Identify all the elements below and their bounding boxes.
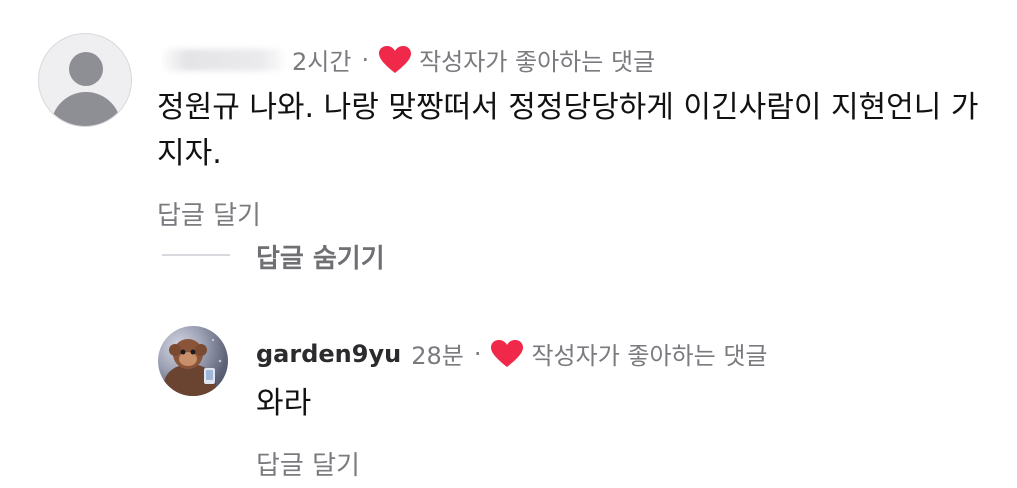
separator-dot: · bbox=[473, 339, 482, 368]
reply-username[interactable]: garden9yu bbox=[256, 340, 401, 368]
author-liked-label: 작성자가 좋아하는 댓글 bbox=[531, 342, 768, 370]
heart-icon bbox=[379, 45, 412, 73]
avatar[interactable] bbox=[38, 33, 132, 127]
comment-meta: 2시간 · 작성자가 좋아하는 댓글 bbox=[160, 42, 655, 77]
avatar-head bbox=[69, 52, 103, 86]
separator-dot: · bbox=[361, 45, 370, 74]
hide-replies-button[interactable]: 답글 숨기기 bbox=[256, 238, 385, 275]
reply-button[interactable]: 답글 달기 bbox=[256, 445, 360, 482]
avatar-monkey-image bbox=[164, 334, 222, 396]
heart-icon bbox=[491, 339, 524, 367]
reply-button[interactable]: 답글 달기 bbox=[157, 195, 261, 232]
comment-time: 2시간 bbox=[292, 48, 352, 76]
replies-divider bbox=[162, 254, 230, 256]
reply-text: 와라 bbox=[256, 386, 312, 421]
comment-text: 정원규 나와. 나랑 맞짱떠서 정정당당하게 이긴사람이 지현언니 가지자. bbox=[157, 90, 979, 171]
reply-meta: garden9yu 28분 · 작성자가 좋아하는 댓글 bbox=[256, 336, 768, 371]
reply-time: 28분 bbox=[411, 342, 464, 370]
avatar-garden9yu[interactable] bbox=[158, 326, 228, 396]
avatar-body bbox=[51, 92, 121, 126]
username-blurred bbox=[160, 48, 288, 71]
author-liked-label: 작성자가 좋아하는 댓글 bbox=[419, 48, 656, 76]
